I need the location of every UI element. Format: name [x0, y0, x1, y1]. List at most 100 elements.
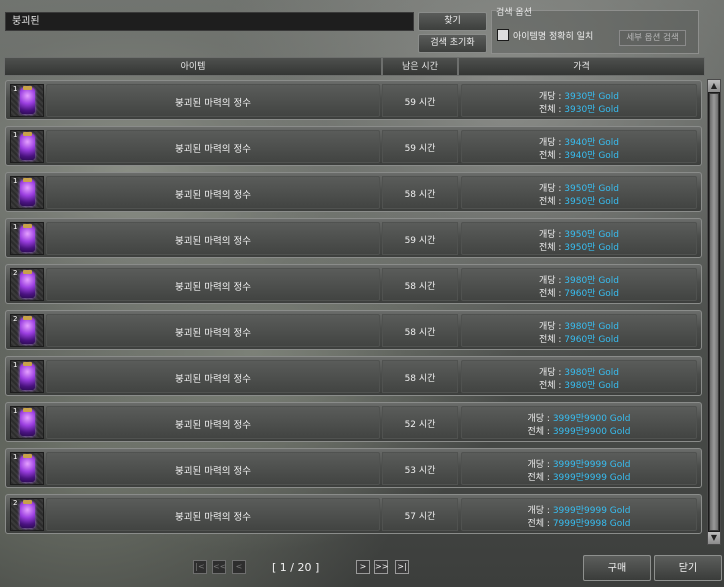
item-name-cell: 붕괴된 마력의 정수	[46, 452, 380, 485]
purple-essence-icon	[20, 226, 35, 252]
item-quantity: 1	[13, 85, 18, 93]
unit-price-value: 3980만 Gold	[564, 368, 620, 378]
total-price-label: 전체 :	[527, 519, 553, 529]
time-cell: 52 시간	[382, 406, 458, 439]
total-price-label: 전체 :	[538, 289, 565, 299]
unit-price-value: 3950만 Gold	[564, 184, 620, 194]
unit-price: 개당 : 3999만9999 Gold	[462, 503, 696, 516]
search-options-panel: 검색 옵션 아이템명 정확히 일치 세부 옵션 검색	[491, 8, 699, 54]
item-quantity: 2	[13, 499, 18, 507]
item-icon-slot[interactable]: 1	[10, 176, 44, 209]
essence-cap-icon	[23, 454, 32, 458]
price-cell: 개당 : 3930만 Gold 전체 : 3930만 Gold	[461, 84, 697, 117]
item-name-cell: 붕괴된 마력의 정수	[46, 222, 380, 255]
item-name-cell: 붕괴된 마력의 정수	[46, 176, 380, 209]
item-icon-slot[interactable]: 1	[10, 222, 44, 255]
table-row[interactable]: 1 붕괴된 마력의 정수 58 시간 개당 : 3980만 Gold 전체 : …	[5, 356, 702, 396]
table-row[interactable]: 1 붕괴된 마력의 정수 58 시간 개당 : 3950만 Gold 전체 : …	[5, 172, 702, 212]
time-cell: 57 시간	[382, 498, 458, 531]
essence-cap-icon	[23, 178, 32, 182]
scroll-thumb[interactable]	[709, 93, 719, 531]
total-price-label: 전체 :	[538, 197, 565, 207]
total-price: 전체 : 3980만 Gold	[462, 378, 696, 391]
unit-price: 개당 : 3980만 Gold	[462, 319, 696, 332]
table-row[interactable]: 1 붕괴된 마력의 정수 59 시간 개당 : 3940만 Gold 전체 : …	[5, 126, 702, 166]
table-row[interactable]: 1 붕괴된 마력의 정수 52 시간 개당 : 3999만9900 Gold 전…	[5, 402, 702, 442]
detail-option-search-button[interactable]: 세부 옵션 검색	[619, 30, 686, 46]
total-price: 전체 : 3999만9999 Gold	[462, 470, 696, 483]
total-price-value: 3940만 Gold	[564, 151, 620, 161]
time-cell: 58 시간	[382, 314, 458, 347]
buy-button[interactable]: 구매	[583, 555, 651, 581]
close-button[interactable]: 닫기	[654, 555, 722, 581]
search-input[interactable]: 붕괴된	[5, 12, 414, 31]
table-row[interactable]: 1 붕괴된 마력의 정수 59 시간 개당 : 3930만 Gold 전체 : …	[5, 80, 702, 120]
reset-search-button[interactable]: 검색 초기화	[418, 34, 487, 53]
purple-essence-icon	[20, 502, 35, 528]
exact-match-label[interactable]: 아이템명 정확히 일치	[513, 29, 593, 42]
unit-price-value: 3999만9999 Gold	[552, 506, 631, 516]
next-ten-pages-button[interactable]: >>	[374, 560, 388, 574]
total-price-value: 3950만 Gold	[564, 243, 620, 253]
table-row[interactable]: 1 붕괴된 마력의 정수 53 시간 개당 : 3999만9999 Gold 전…	[5, 448, 702, 488]
item-name: 붕괴된 마력의 정수	[175, 512, 251, 523]
item-icon-slot[interactable]: 2	[10, 498, 44, 531]
essence-cap-icon	[23, 86, 32, 90]
total-price-label: 전체 :	[538, 243, 565, 253]
unit-price-label: 개당 :	[538, 322, 565, 332]
header-time[interactable]: 남은 시간	[382, 57, 458, 76]
remaining-time: 58 시간	[404, 190, 436, 200]
table-row[interactable]: 2 붕괴된 마력의 정수 58 시간 개당 : 3980만 Gold 전체 : …	[5, 310, 702, 350]
find-button[interactable]: 찾기	[418, 12, 487, 31]
time-cell: 59 시간	[382, 130, 458, 163]
purple-essence-icon	[20, 318, 35, 344]
unit-price-label: 개당 :	[538, 92, 565, 102]
item-icon-slot[interactable]: 1	[10, 360, 44, 393]
remaining-time: 59 시간	[404, 98, 436, 108]
total-price-label: 전체 :	[538, 105, 565, 115]
item-quantity: 2	[13, 315, 18, 323]
item-name-cell: 붕괴된 마력의 정수	[46, 84, 380, 117]
total-price: 전체 : 3999만9900 Gold	[462, 424, 696, 437]
item-icon-slot[interactable]: 2	[10, 268, 44, 301]
item-icon-slot[interactable]: 2	[10, 314, 44, 347]
item-name: 붕괴된 마력의 정수	[175, 420, 251, 431]
item-icon-slot[interactable]: 1	[10, 130, 44, 163]
exact-match-checkbox[interactable]	[497, 29, 509, 41]
header-price[interactable]: 가격	[458, 57, 705, 76]
total-price-label: 전체 :	[538, 381, 565, 391]
first-page-button[interactable]: |<	[193, 560, 207, 574]
total-price: 전체 : 3940만 Gold	[462, 148, 696, 161]
prev-page-button[interactable]: <	[232, 560, 246, 574]
unit-price: 개당 : 3930만 Gold	[462, 89, 696, 102]
item-icon-slot[interactable]: 1	[10, 84, 44, 117]
unit-price-label: 개당 :	[538, 184, 565, 194]
scroll-up-button[interactable]: ▲	[708, 80, 720, 92]
price-cell: 개당 : 3980만 Gold 전체 : 7960만 Gold	[461, 314, 697, 347]
item-name: 붕괴된 마력의 정수	[175, 98, 251, 109]
unit-price: 개당 : 3980만 Gold	[462, 365, 696, 378]
table-row[interactable]: 2 붕괴된 마력의 정수 57 시간 개당 : 3999만9999 Gold 전…	[5, 494, 702, 534]
item-name-cell: 붕괴된 마력의 정수	[46, 268, 380, 301]
total-price-value: 3999만9900 Gold	[552, 427, 631, 437]
scrollbar[interactable]: ▲ ▼	[707, 79, 721, 545]
table-row[interactable]: 2 붕괴된 마력의 정수 58 시간 개당 : 3980만 Gold 전체 : …	[5, 264, 702, 304]
essence-cap-icon	[23, 316, 32, 320]
prev-ten-pages-button[interactable]: <<	[212, 560, 226, 574]
total-price-value: 3950만 Gold	[564, 197, 620, 207]
table-row[interactable]: 1 붕괴된 마력의 정수 59 시간 개당 : 3950만 Gold 전체 : …	[5, 218, 702, 258]
essence-cap-icon	[23, 362, 32, 366]
item-quantity: 1	[13, 177, 18, 185]
time-cell: 58 시간	[382, 360, 458, 393]
unit-price: 개당 : 3980만 Gold	[462, 273, 696, 286]
next-page-button[interactable]: >	[356, 560, 370, 574]
time-cell: 53 시간	[382, 452, 458, 485]
purple-essence-icon	[20, 134, 35, 160]
scroll-down-button[interactable]: ▼	[708, 532, 720, 544]
last-page-button[interactable]: >|	[395, 560, 409, 574]
item-name: 붕괴된 마력의 정수	[175, 236, 251, 247]
item-icon-slot[interactable]: 1	[10, 406, 44, 439]
remaining-time: 58 시간	[404, 374, 436, 384]
header-item[interactable]: 아이템	[4, 57, 382, 76]
item-icon-slot[interactable]: 1	[10, 452, 44, 485]
